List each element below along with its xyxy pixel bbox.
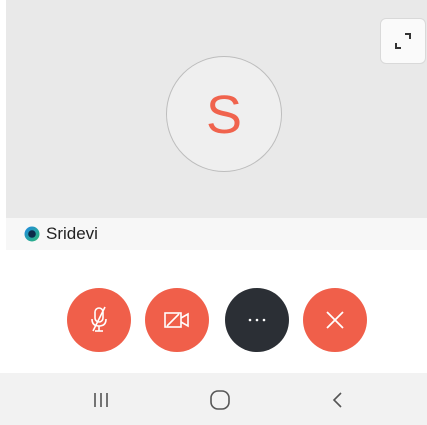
recent-apps-icon	[94, 393, 108, 407]
microphone-muted-icon	[91, 306, 107, 332]
avatar-initial: S	[205, 85, 243, 145]
toggle-video-button[interactable]	[145, 288, 209, 352]
call-controls	[0, 288, 427, 354]
video-area: S	[6, 0, 427, 218]
mute-microphone-button[interactable]	[67, 288, 131, 352]
participant-name: Sridevi	[46, 224, 98, 243]
more-dots-icon	[248, 318, 266, 322]
video-call-screen: S Sridevi	[0, 0, 427, 425]
more-options-button[interactable]	[225, 288, 289, 352]
participant-avatar: S	[166, 56, 282, 172]
back-icon	[332, 392, 342, 408]
blue-green-status-dot-icon	[24, 226, 40, 242]
fullscreen-button[interactable]	[380, 18, 426, 64]
home-icon	[210, 390, 230, 410]
system-navigation-bar	[0, 373, 427, 425]
participant-name-bar: Sridevi	[6, 218, 427, 250]
close-icon	[326, 311, 344, 329]
back-button[interactable]	[318, 385, 358, 415]
expand-corners-icon	[395, 33, 411, 49]
home-button[interactable]	[200, 385, 240, 415]
video-camera-off-icon	[164, 312, 189, 328]
end-call-button[interactable]	[303, 288, 367, 352]
recent-apps-button[interactable]	[81, 385, 121, 415]
